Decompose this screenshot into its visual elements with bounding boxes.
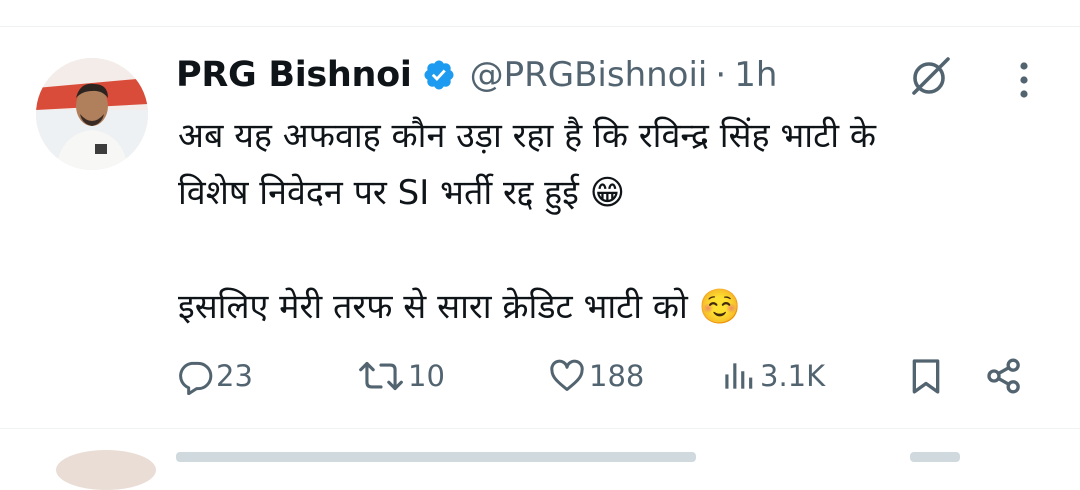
tweet-actions: 23 10 188 3.1K [0,348,1080,404]
heart-icon [550,359,584,391]
author-handle[interactable]: @PRGBishnoii [470,55,708,95]
next-tweet-header [176,452,696,462]
bookmark-button[interactable] [906,348,946,404]
repost-count: 10 [408,359,445,393]
bookmark-icon [912,359,940,394]
views-icon [725,363,753,389]
next-tweet-header-extra [910,452,960,462]
repost-icon [359,361,403,391]
view-count: 3.1K [760,359,826,393]
repost-button[interactable]: 10 [356,348,445,404]
like-button[interactable]: 188 [547,348,644,404]
avatar[interactable] [36,58,148,170]
reply-button[interactable]: 23 [176,348,253,404]
share-icon [987,358,1020,394]
timestamp[interactable]: 1h [734,55,777,95]
verified-badge-icon [422,58,456,92]
next-tweet-avatar[interactable] [56,450,156,490]
like-count: 188 [589,359,645,393]
tweet-header: PRG Bishnoi @PRGBishnoii · 1h [176,50,777,100]
author-name[interactable]: PRG Bishnoi [176,55,412,95]
bottom-divider [0,428,1080,429]
top-divider [0,26,1080,27]
more-icon[interactable] [1004,57,1044,103]
reply-count: 23 [216,359,253,393]
share-button[interactable] [984,348,1024,404]
tweet-text: अब यह अफवाह कौन उड़ा रहा है कि रविन्द्र … [178,116,876,327]
reply-icon [179,361,213,395]
grok-icon[interactable] [906,52,954,100]
separator-dot: · [715,55,727,95]
views-button[interactable]: 3.1K [718,348,825,404]
